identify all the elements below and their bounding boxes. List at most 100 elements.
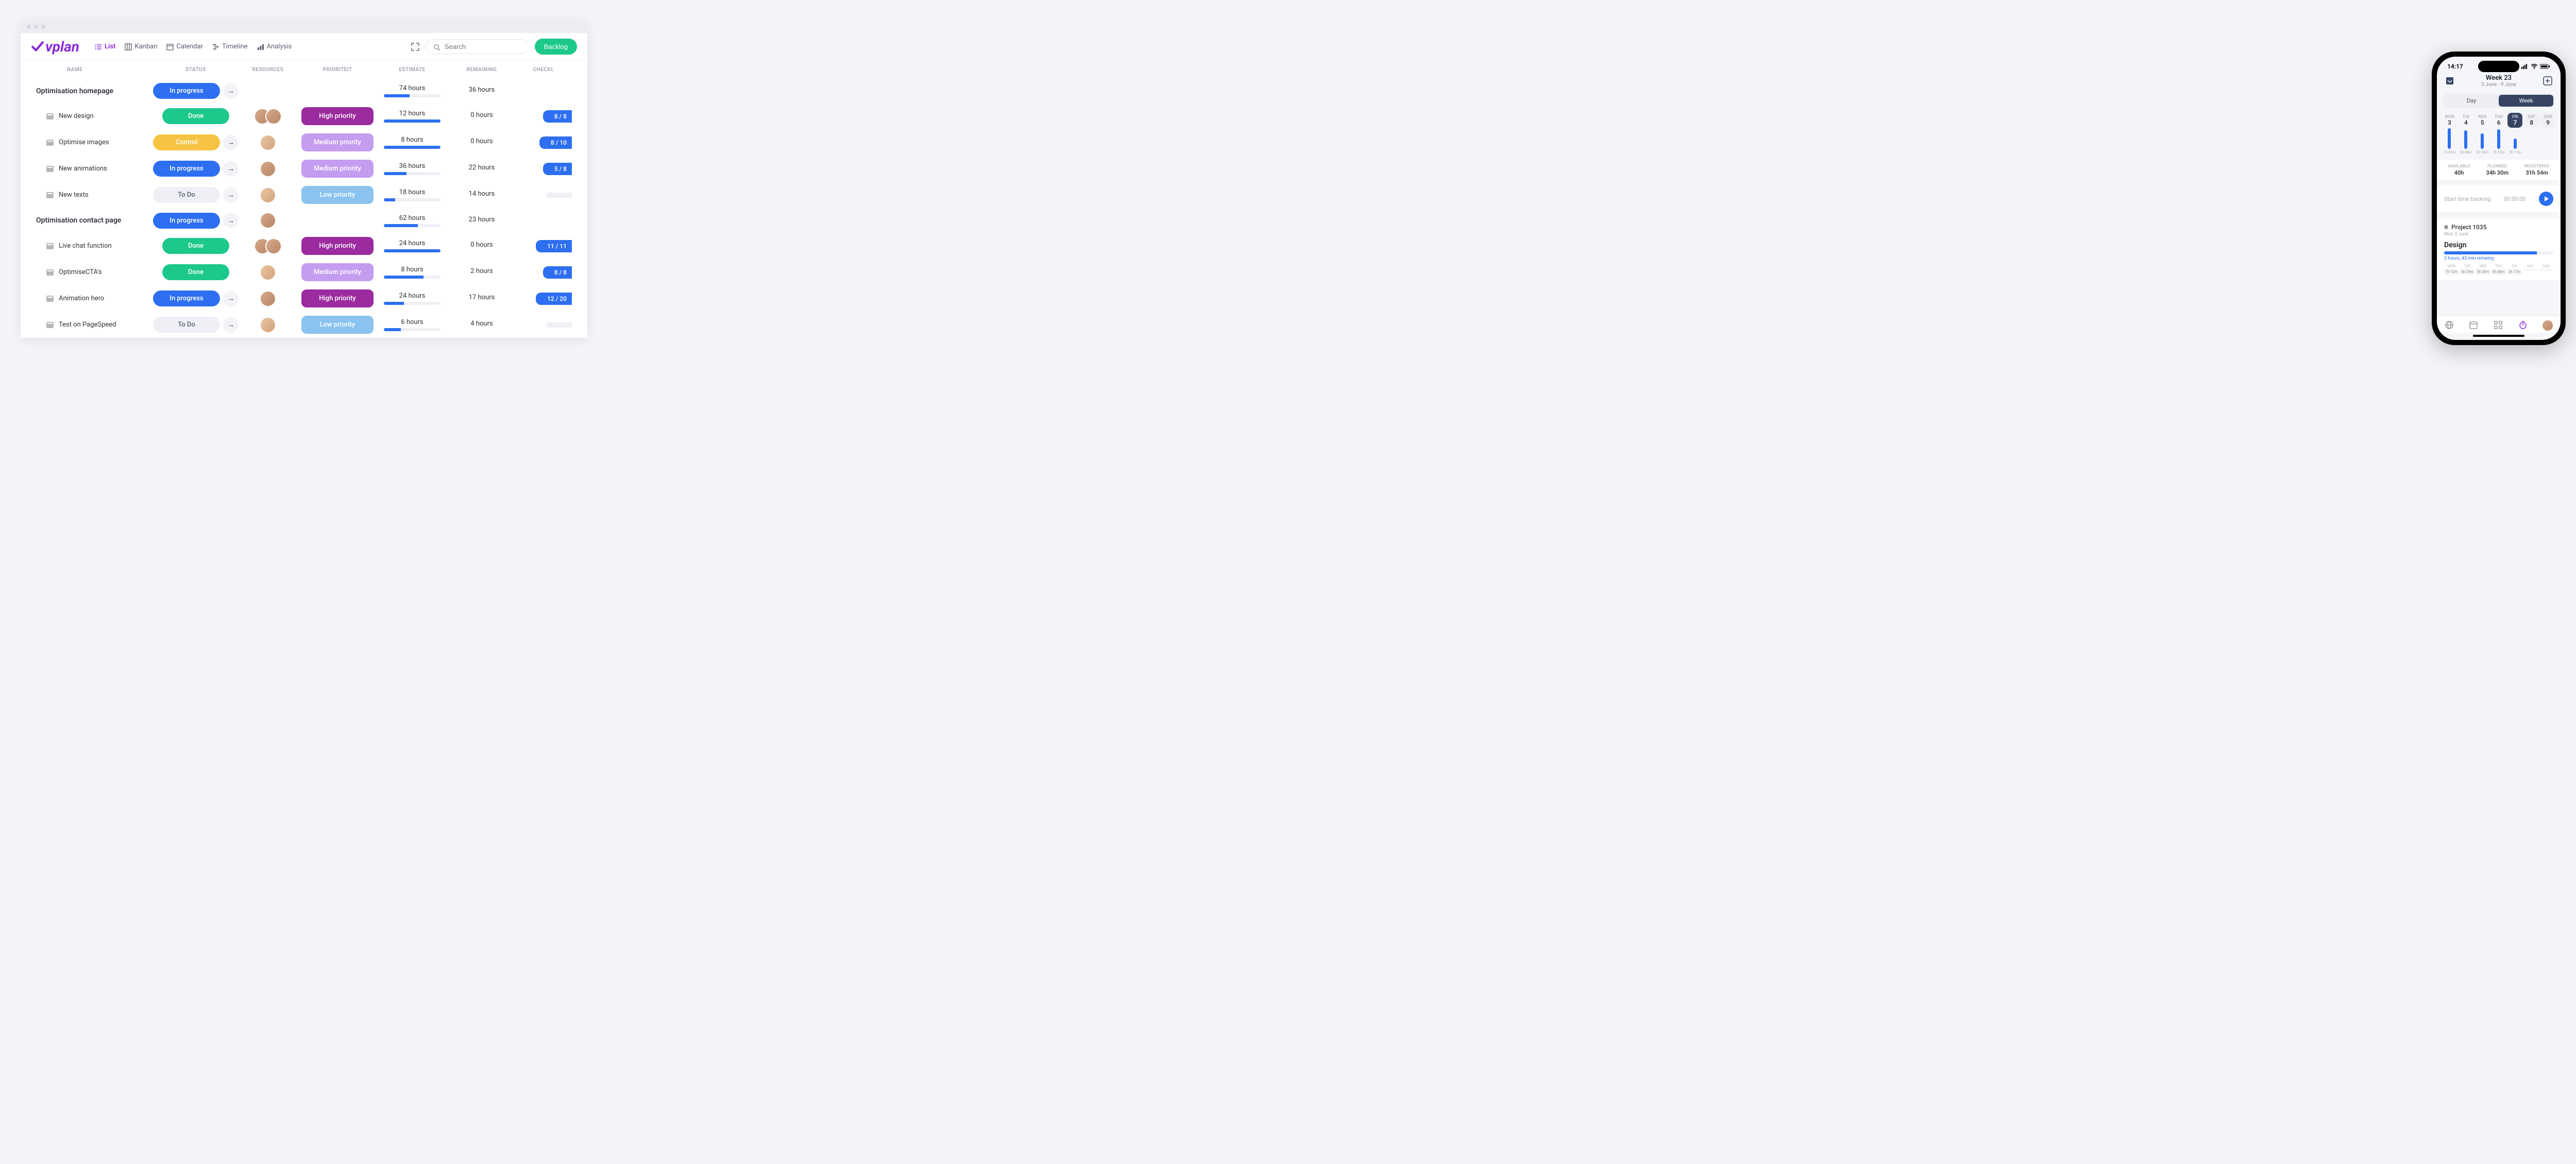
priority-pill[interactable]: High priority — [301, 289, 374, 307]
avatar[interactable] — [260, 290, 276, 307]
table-row[interactable]: New designDoneHigh priority12 hours0 hou… — [21, 103, 587, 129]
avatar[interactable] — [265, 108, 282, 125]
remaining-cell: 17 hours — [448, 294, 515, 303]
tab-kanban[interactable]: Kanban — [125, 43, 157, 50]
checklist-pill[interactable]: 11 / 11 — [536, 240, 572, 252]
table-row[interactable]: New animationsIn progress→Medium priorit… — [21, 156, 587, 182]
seg-day[interactable]: Day — [2444, 95, 2499, 107]
status-pill[interactable]: To Do — [153, 187, 220, 203]
avatar[interactable] — [260, 134, 276, 151]
tab-list[interactable]: List — [95, 43, 115, 50]
play-button[interactable] — [2539, 192, 2553, 206]
summary-registered: REGISTERED31h 54m — [2524, 164, 2550, 176]
tab-analysis[interactable]: Analysis — [257, 43, 292, 50]
tab-calendar[interactable]: Calendar — [166, 43, 203, 50]
table-row[interactable]: New textsTo Do→Low priority18 hours14 ho… — [21, 182, 587, 208]
table-row[interactable]: OptimiseCTA'sDoneMedium priority8 hours2… — [21, 259, 587, 285]
status-pill[interactable]: Done — [162, 238, 229, 254]
status-advance-button[interactable]: → — [223, 317, 239, 333]
calendar-icon[interactable] — [2469, 320, 2478, 330]
status-advance-button[interactable]: → — [223, 291, 239, 306]
row-name: Test on PageSpeed — [59, 321, 116, 329]
estimate-cell: 18 hours — [376, 189, 448, 201]
day-col[interactable]: FRI7 — [2507, 113, 2522, 128]
checklist-pill[interactable]: 8 / 8 — [543, 266, 572, 279]
checklist-cell: 8 / 8 — [515, 266, 572, 279]
status-pill[interactable]: In progress — [153, 213, 220, 229]
priority-pill[interactable]: Medium priority — [301, 160, 374, 178]
table-row[interactable]: Animation heroIn progress→High priority2… — [21, 285, 587, 312]
status-pill[interactable]: In progress — [153, 161, 220, 177]
seg-week[interactable]: Week — [2499, 95, 2553, 107]
priority-pill[interactable]: Medium priority — [301, 133, 374, 151]
estimate-bar — [384, 276, 440, 279]
day-col[interactable]: TUE4 — [2459, 113, 2473, 128]
backlog-button[interactable]: Backlog — [535, 39, 577, 55]
day-col[interactable]: SAT8 — [2524, 113, 2539, 128]
remaining-cell: 22 hours — [448, 164, 515, 174]
nav-right: Backlog — [411, 39, 577, 55]
day-col[interactable]: SUN9 — [2540, 113, 2555, 128]
avatar[interactable] — [260, 264, 276, 281]
status-pill[interactable]: Control — [153, 134, 220, 150]
status-advance-button[interactable]: → — [223, 213, 239, 228]
time-tracking-row: Start time tracking 00:00:00 — [2437, 185, 2561, 212]
checklist-pill[interactable]: 8 / 8 — [543, 110, 572, 123]
resources-cell — [237, 238, 299, 254]
grid-icon[interactable] — [2494, 320, 2503, 330]
avatar[interactable] — [260, 317, 276, 333]
stopwatch-icon[interactable] — [2518, 320, 2528, 330]
inbox-icon[interactable] — [2444, 75, 2455, 87]
day-col[interactable]: MON3 — [2442, 113, 2457, 128]
priority-pill[interactable]: Low priority — [301, 186, 374, 204]
avatar[interactable] — [260, 187, 276, 203]
table-row[interactable]: Optimise imagesControl→Medium priority8 … — [21, 129, 587, 156]
hour-bar: 6h 48m — [2459, 130, 2473, 155]
globe-icon[interactable] — [2445, 320, 2454, 330]
day-col[interactable]: THU6 — [2492, 113, 2506, 128]
priority-pill[interactable]: High priority — [301, 107, 374, 125]
remaining-value: 0 hours — [448, 138, 515, 145]
avatar[interactable] — [265, 238, 282, 254]
estimate-cell: 8 hours — [376, 266, 448, 279]
search-box[interactable] — [426, 39, 529, 54]
checklist-pill[interactable]: 8 / 10 — [539, 136, 572, 149]
profile-avatar[interactable] — [2543, 320, 2553, 331]
table-row[interactable]: Live chat functionDoneHigh priority24 ho… — [21, 233, 587, 259]
table-row[interactable]: Test on PageSpeedTo Do→Low priority6 hou… — [21, 312, 587, 338]
status-pill[interactable]: Done — [162, 264, 229, 280]
status-advance-button[interactable]: → — [223, 83, 239, 99]
priority-pill[interactable]: Low priority — [301, 316, 374, 334]
table-row[interactable]: Optimisation contact pageIn progress→62 … — [21, 208, 587, 233]
status-advance-button[interactable]: → — [223, 161, 239, 177]
checklist-pill[interactable]: 12 / 20 — [536, 293, 572, 305]
priority-pill[interactable]: Medium priority — [301, 263, 374, 281]
status-advance-button[interactable]: → — [223, 187, 239, 203]
status-pill[interactable]: In progress — [153, 83, 220, 99]
checklist-pill[interactable] — [546, 322, 572, 328]
fullscreen-icon[interactable] — [411, 43, 419, 51]
remaining-value: 0 hours — [448, 111, 515, 119]
remaining-value: 0 hours — [448, 241, 515, 249]
checklist-pill[interactable] — [546, 193, 572, 198]
view-tabs: List Kanban Calendar Timeline Analysis — [95, 43, 411, 50]
week-header: Week 23 3 June - 9 June — [2481, 74, 2516, 88]
priority-pill[interactable]: High priority — [301, 237, 374, 255]
add-icon[interactable] — [2542, 75, 2553, 87]
status-pill[interactable]: In progress — [153, 290, 220, 306]
table-row[interactable]: Optimisation homepageIn progress→74 hour… — [21, 79, 587, 103]
estimate-cell: 24 hours — [376, 292, 448, 305]
day-week-toggle[interactable]: Day Week — [2443, 94, 2554, 108]
avatar[interactable] — [260, 161, 276, 177]
search-input[interactable] — [445, 43, 535, 50]
status-advance-button[interactable]: → — [223, 135, 239, 150]
day-col[interactable]: WED5 — [2475, 113, 2490, 128]
status-pill[interactable]: Done — [162, 108, 229, 124]
checklist-pill[interactable]: 5 / 8 — [543, 163, 572, 175]
tab-timeline[interactable]: Timeline — [212, 43, 248, 50]
window-titlebar — [21, 21, 587, 33]
status-pill[interactable]: To Do — [153, 317, 220, 333]
window-dot — [41, 25, 45, 29]
avatar[interactable] — [260, 212, 276, 229]
project-card[interactable]: Project 1035 Mon 3 June Design 2 hours, … — [2437, 218, 2561, 280]
